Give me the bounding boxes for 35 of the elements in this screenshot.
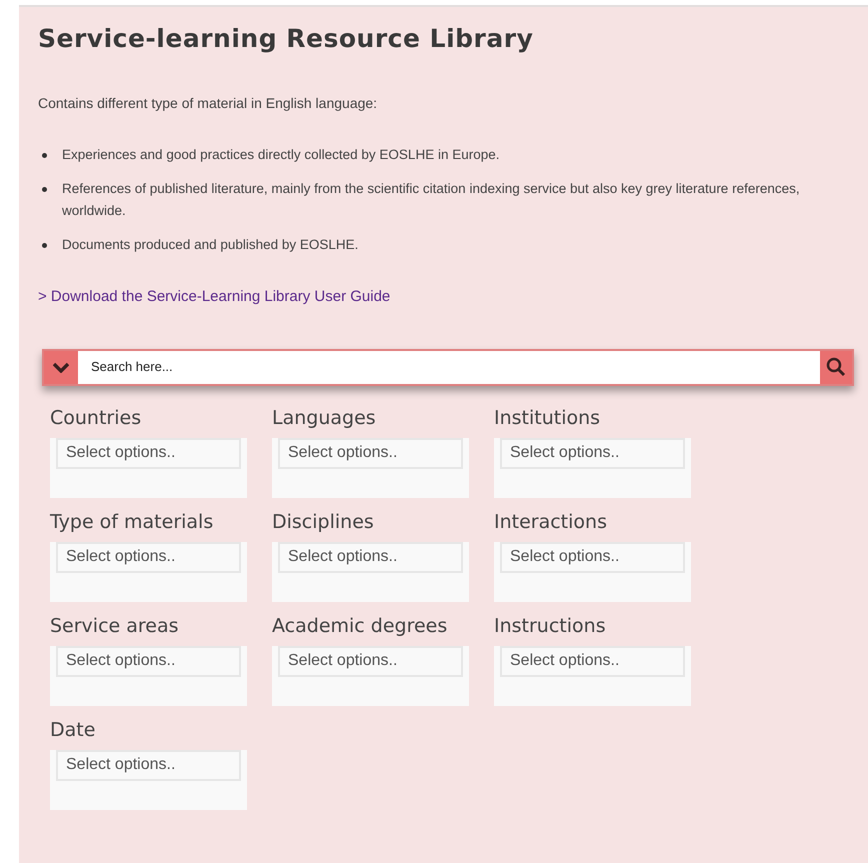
select-field[interactable]: Select options.. bbox=[278, 438, 463, 468]
filter-label: Disciplines bbox=[272, 510, 375, 534]
select-field[interactable]: Select options.. bbox=[56, 438, 241, 468]
search-icon bbox=[826, 357, 846, 377]
filter-label: Service areas bbox=[50, 614, 180, 638]
download-link[interactable]: > Download the Service-Learning Library User Guide bbox=[38, 286, 854, 308]
bullet-icon bbox=[42, 243, 47, 248]
filter-label: Academic degrees bbox=[272, 614, 448, 638]
select-field[interactable]: Select options.. bbox=[500, 542, 685, 572]
list-item-text: References of published literature, mainly from the scientific citation indexing service but also key grey literature references, worldwide. bbox=[62, 180, 801, 220]
bullet-icon bbox=[42, 187, 47, 192]
select-field[interactable]: Select options.. bbox=[278, 542, 463, 572]
select-field[interactable]: Select options.. bbox=[500, 646, 685, 676]
list-item-text: Documents produced and published by EOSLHE. bbox=[62, 236, 358, 254]
filter-label: Type of materials bbox=[50, 510, 214, 534]
filter-label: Instructions bbox=[494, 614, 607, 638]
chevron-down-icon bbox=[53, 362, 69, 372]
filter-label: Languages bbox=[272, 406, 377, 430]
search-bar[interactable]: Search here... bbox=[42, 348, 854, 386]
filter-label: Interactions bbox=[494, 510, 608, 534]
page-title: Service-learning Resource Library bbox=[38, 23, 534, 55]
select-field[interactable]: Select options.. bbox=[56, 646, 241, 676]
list-item-text: Experiences and good practices directly collected by EOSLHE in Europe. bbox=[62, 146, 500, 164]
filter-label: Countries bbox=[50, 406, 142, 430]
select-field[interactable]: Select options.. bbox=[56, 542, 241, 572]
select-field[interactable]: Select options.. bbox=[500, 438, 685, 468]
filter-label: Date bbox=[50, 718, 96, 742]
intro-text: Contains different type of material in English language: bbox=[38, 94, 378, 113]
filter-label: Institutions bbox=[494, 406, 602, 430]
select-field[interactable]: Select options.. bbox=[278, 646, 463, 676]
dropdown-toggle-button[interactable] bbox=[44, 350, 78, 384]
search-field[interactable]: Search here... bbox=[78, 350, 820, 384]
search-button[interactable] bbox=[820, 350, 852, 384]
bullet-icon bbox=[42, 153, 47, 158]
select-field[interactable]: Select options.. bbox=[56, 750, 241, 780]
